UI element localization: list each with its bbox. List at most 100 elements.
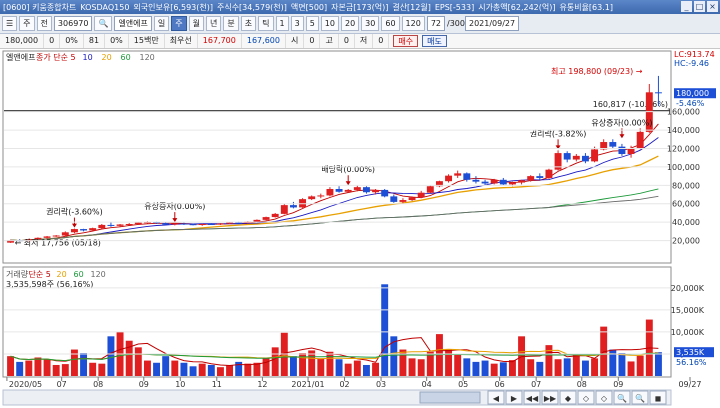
volume-bar [244, 363, 252, 376]
volume-bar [7, 356, 15, 376]
period-minute[interactable]: 분 [223, 16, 239, 31]
candle-body [609, 142, 617, 147]
volume-legend-item: 60 [74, 270, 84, 279]
xtick-label: 11 [212, 380, 222, 389]
minute-10[interactable]: 10 [320, 16, 339, 31]
search-icon[interactable]: 🔍 [94, 16, 113, 31]
window-title-part: 시가총액[62,242(억)] [478, 2, 556, 12]
minute-1[interactable]: 1 [275, 16, 289, 31]
candle-body [372, 189, 380, 193]
current-rate-label: -5.46% [676, 99, 705, 108]
volume-bar [134, 347, 142, 376]
xtick-label: 09/27 [678, 380, 701, 389]
chart-area[interactable]: 160,817 (-10.66%) ← 최저 17,756 (05/18) 권리락(… [0, 49, 720, 408]
period-second[interactable]: 초 [240, 16, 257, 31]
period-prefix-select[interactable]: 전 [36, 16, 52, 31]
candle-body [98, 224, 106, 229]
volume-bar [43, 359, 51, 376]
volume-bar [545, 345, 553, 376]
open-price: 0 [304, 34, 321, 48]
bottom-control-icon: ▶ [511, 394, 518, 403]
window-title-part: 주식수[34,579(천)] [216, 2, 287, 12]
price-legend-item: 엘앤에프 [6, 52, 35, 62]
volume-bar [107, 336, 115, 376]
bottom-controls[interactable]: ◀ ▶ ◀◀ ▶▶ ◆ ◇ ◇ 🔍 🔍 ◼ [2, 389, 672, 406]
price-legend-item: 60 [121, 53, 131, 62]
price-ytick-label: 140,000 [667, 126, 700, 135]
volume-bar [271, 347, 279, 376]
volume-rate: 0% [105, 34, 129, 48]
scrollbar-thumb[interactable] [419, 391, 481, 404]
minute-20[interactable]: 20 [340, 16, 360, 31]
close-button[interactable]: × [707, 1, 718, 12]
price-ytick-label: 60,000 [672, 200, 700, 209]
candle-body [563, 153, 571, 160]
volume-bar [34, 357, 42, 376]
volume-bar [80, 353, 88, 376]
quote-bar: 180,000 0 0% 81 0% 15백만 최우선 167,700 167,… [0, 34, 720, 49]
period-day[interactable]: 일 [153, 16, 170, 31]
volume-bar [591, 358, 599, 376]
volume-ytick-label: 20,000K [671, 284, 705, 293]
high-price: 0 [339, 34, 355, 48]
period-year[interactable]: 년 [206, 16, 222, 31]
candle-body [52, 235, 60, 237]
candle-body [472, 179, 480, 182]
volume: 81 [84, 34, 106, 48]
volume-legend-item: 120 [91, 270, 106, 279]
volume-bar [353, 360, 361, 376]
sell-button[interactable]: 매도 [422, 35, 447, 47]
window-title-part: EPS[-533] [434, 2, 475, 12]
xtick-label: 05 [458, 380, 468, 389]
candle-body [454, 173, 462, 176]
volume-bar [481, 360, 489, 376]
minute-30[interactable]: 30 [361, 16, 380, 31]
window-title-part: 자본금[173(억)] [331, 2, 389, 12]
current-price-marker-label: 180,000 [676, 89, 709, 98]
stock-name-field[interactable]: 엘앤에프 [114, 16, 152, 31]
volume-bar [627, 361, 635, 376]
xtick-label: 10 [175, 380, 185, 389]
volume-legend-item: 거래량 [6, 269, 29, 279]
maximize-button[interactable]: □ [694, 1, 705, 12]
high-label: 고 [320, 34, 339, 48]
volume-bar [344, 363, 352, 376]
stock-chart-svg[interactable]: 160,817 (-10.66%) ← 최저 17,756 (05/18) 권리락(… [0, 49, 720, 408]
xtick-label: 04 [422, 380, 432, 389]
candle-body [262, 217, 270, 220]
minute-60[interactable]: 60 [381, 16, 400, 31]
period-tick[interactable]: 틱 [258, 16, 274, 31]
menu-icon[interactable]: ☰ [2, 16, 18, 31]
volume-bar [654, 352, 662, 376]
volume-bar [317, 358, 325, 376]
count-input[interactable]: 72 [426, 16, 446, 31]
volume-bar [372, 362, 380, 376]
minute-120[interactable]: 120 [401, 16, 425, 31]
xtick-label: 07 [531, 380, 541, 389]
chart-type-select[interactable]: 주 [19, 16, 35, 31]
period-week[interactable]: 주 [171, 16, 187, 31]
bottom-control-icon: ◆ [565, 394, 572, 403]
candle-body [572, 155, 580, 160]
bottom-control-icon: 🔍 [635, 393, 645, 403]
candle-body [80, 229, 88, 231]
candle-body [508, 182, 516, 185]
volume-bar [52, 364, 60, 376]
volume-bar [417, 359, 425, 376]
bottom-control-icon: ◀◀ [526, 394, 539, 403]
event-label: 유상증자(0.00%) [144, 201, 205, 211]
buy-button[interactable]: 매수 [393, 35, 419, 47]
candle-body [317, 195, 325, 197]
period-month[interactable]: 월 [188, 16, 205, 31]
volume-bar [572, 354, 580, 376]
minute-5[interactable]: 5 [305, 16, 319, 31]
candle-body [417, 192, 425, 198]
minute-3[interactable]: 3 [290, 16, 304, 31]
minimize-button[interactable]: _ [681, 1, 692, 12]
price-change: 0 [44, 34, 61, 48]
volume-bar [89, 362, 97, 376]
stock-code-input[interactable]: 306970 [53, 16, 93, 31]
candle-body [399, 200, 407, 202]
volume-bar [463, 358, 471, 376]
date-input[interactable]: 2021/09/27 [464, 16, 520, 31]
